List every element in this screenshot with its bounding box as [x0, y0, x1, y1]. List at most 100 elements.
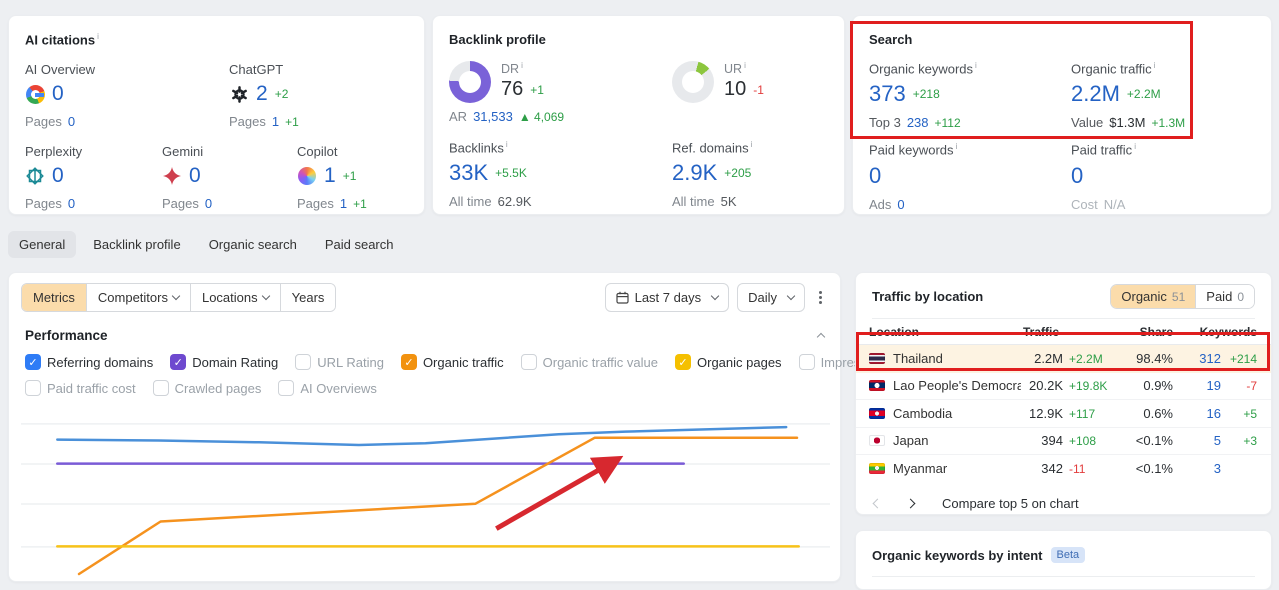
- info-icon[interactable]: i: [1134, 142, 1136, 151]
- chevron-down-icon: [171, 291, 181, 301]
- info-icon[interactable]: i: [97, 32, 99, 41]
- traffic-by-location-panel: Traffic by location Organic 51 Paid 0 Loca…: [855, 272, 1272, 515]
- chart-toolbar: Metrics Competitors Locations Years Last…: [9, 273, 840, 312]
- metric-organic-traffic-value[interactable]: Organic traffic value: [520, 354, 658, 370]
- checkbox-icon: [798, 354, 815, 370]
- backlink-profile-card: Backlink profile DR i 76 +1 UR i 10 -1 AR 31…: [432, 15, 845, 215]
- traffic-by-location-title: Traffic by location: [872, 289, 984, 304]
- performance-chart: [21, 423, 830, 576]
- calendar-icon: [615, 291, 629, 304]
- chevron-down-icon: [710, 291, 720, 301]
- checkbox-checked-icon: [25, 354, 41, 370]
- chatgpt-stat: ChatGPT 2 +2 Pages 1 +1: [229, 62, 299, 130]
- checkbox-checked-icon: [400, 354, 417, 370]
- ref-domains-stat: Ref. domains i 2.9K +205 All time 5K: [672, 140, 753, 210]
- divider: [872, 576, 1255, 577]
- info-icon[interactable]: i: [975, 61, 977, 70]
- granularity-dropdown[interactable]: Daily: [737, 283, 805, 312]
- report-tabs: General Backlink profile Organic search …: [8, 231, 405, 258]
- chevron-down-icon: [261, 291, 270, 301]
- japan-flag-icon: [869, 435, 885, 447]
- organic-toggle-button[interactable]: Organic 51: [1111, 285, 1197, 308]
- google-icon: [25, 84, 45, 104]
- metric-organic-traffic[interactable]: Organic traffic: [400, 354, 504, 370]
- perplexity-icon: [25, 166, 45, 186]
- metric-crawled-pages[interactable]: Crawled pages: [152, 380, 261, 396]
- metrics-button[interactable]: Metrics: [22, 284, 87, 311]
- ur-donut: [672, 61, 714, 103]
- checkbox-icon: [152, 380, 169, 396]
- metric-organic-pages[interactable]: Organic pages: [675, 354, 782, 370]
- info-icon[interactable]: i: [506, 140, 508, 149]
- tab-paid-search[interactable]: Paid search: [314, 231, 405, 258]
- table-row-laos[interactable]: Lao People's Democratic Reput 20.2K+19.8…: [856, 373, 1271, 400]
- checkbox-checked-icon: [170, 354, 187, 370]
- collapse-chevron-icon[interactable]: [816, 332, 826, 342]
- locations-dropdown[interactable]: Locations: [190, 284, 281, 311]
- info-icon[interactable]: i: [521, 61, 523, 70]
- location-table-header: Location Traffic Share Keywords: [856, 319, 1271, 345]
- paid-keywords-stat: Paid keywords i 0 Ads 0: [869, 142, 958, 212]
- tab-organic-search[interactable]: Organic search: [198, 231, 308, 258]
- keywords-by-intent-panel: Organic keywords by intent Beta: [855, 530, 1272, 590]
- myanmar-flag-icon: [869, 463, 885, 475]
- tab-backlink-profile[interactable]: Backlink profile: [82, 231, 191, 258]
- dr-donut: [449, 61, 491, 103]
- date-range-dropdown[interactable]: Last 7 days: [604, 283, 730, 312]
- performance-panel: Metrics Competitors Locations Years Last…: [8, 272, 991, 582]
- more-options-icon[interactable]: [813, 287, 828, 308]
- metric-referring-domains[interactable]: Referring domains: [25, 354, 153, 370]
- organic-paid-toggle: Organic 51 Paid 0: [1110, 284, 1255, 309]
- backlinks-stat: Backlinks i 33K +5.5K All time 62.9K: [449, 140, 532, 210]
- ai-citations-card: AI citations i AI Overview 0 Pages 0 ChatG…: [8, 15, 425, 215]
- search-card-title: Search: [869, 32, 913, 47]
- thailand-flag-icon: [869, 352, 885, 364]
- table-row-cambodia[interactable]: Cambodia 12.9K +117 0.6% 16 +5: [856, 400, 1271, 428]
- search-card: Search Organic keywords i 373 +218 Top 3 23…: [852, 15, 1272, 215]
- chatgpt-icon: [229, 84, 249, 104]
- gemini-stat: Gemini 0 Pages 0: [162, 144, 213, 212]
- ai-citations-row2: Perplexity 0 Pages 0 Gemini 0 Pages 0 Copi…: [25, 144, 408, 211]
- checkbox-icon: [278, 380, 295, 396]
- info-icon[interactable]: i: [956, 142, 958, 151]
- metric-toggles: Referring domains Domain Rating URL Rati…: [9, 343, 991, 396]
- metric-paid-traffic-cost[interactable]: Paid traffic cost: [25, 380, 136, 396]
- next-page-icon[interactable]: [905, 498, 916, 508]
- years-button[interactable]: Years: [280, 284, 336, 311]
- table-row-japan[interactable]: Japan 394 +108 <0.1% 5 +3: [856, 428, 1271, 455]
- beta-badge: Beta: [1050, 547, 1086, 563]
- dr-stat: DR i 76 +1: [449, 61, 672, 103]
- compare-top5-link[interactable]: Compare top 5 on chart: [942, 496, 1079, 511]
- metric-domain-rating[interactable]: Domain Rating: [170, 354, 278, 370]
- ai-citations-row1: AI Overview 0 Pages 0 ChatGPT 2 +2 Pages 1 +…: [25, 62, 408, 129]
- table-row-myanmar[interactable]: Myanmar 342 -11 <0.1% 3: [856, 455, 1271, 483]
- metric-url-rating[interactable]: URL Rating: [295, 354, 384, 370]
- performance-title: Performance: [25, 328, 108, 343]
- ur-stat: UR i 10 -1: [672, 61, 764, 103]
- keywords-by-intent-title: Organic keywords by intent: [872, 547, 1043, 563]
- metric-ai-overviews[interactable]: AI Overviews: [278, 380, 377, 396]
- paid-traffic-stat: Paid traffic i 0 Cost N/A: [1071, 142, 1136, 212]
- tab-general[interactable]: General: [8, 231, 77, 258]
- info-icon[interactable]: i: [744, 61, 746, 70]
- backlink-profile-title: Backlink profile: [449, 32, 546, 47]
- laos-flag-icon: [869, 380, 885, 392]
- checkbox-icon: [520, 354, 537, 370]
- info-icon[interactable]: i: [751, 140, 753, 149]
- copilot-stat: Copilot 1 +1 Pages 1 +1: [297, 144, 367, 212]
- paid-toggle-button[interactable]: Paid 0: [1196, 285, 1254, 308]
- organic-keywords-stat: Organic keywords i 373 +218 Top 3 238 +112: [869, 61, 977, 131]
- checkbox-icon: [295, 354, 312, 370]
- perplexity-stat: Perplexity 0 Pages 0: [25, 144, 83, 212]
- competitors-dropdown[interactable]: Competitors: [86, 284, 191, 311]
- cambodia-flag-icon: [869, 407, 885, 419]
- checkbox-icon: [25, 380, 41, 396]
- organic-traffic-stat: Organic traffic i 2.2M +2.2M Value $1.3M +1.…: [1071, 61, 1186, 131]
- info-icon[interactable]: i: [1154, 61, 1156, 70]
- ai-overview-stat: AI Overview 0 Pages 0: [25, 62, 96, 130]
- table-row-thailand[interactable]: Thailand 2.2M +2.2M 98.4% 312 +214: [856, 345, 1271, 373]
- ai-citations-title: AI citations i: [25, 32, 99, 48]
- copilot-icon: [297, 166, 317, 186]
- ar-stat: AR 31,533 ▲ 4,069: [449, 109, 565, 124]
- prev-page-icon[interactable]: [872, 498, 883, 508]
